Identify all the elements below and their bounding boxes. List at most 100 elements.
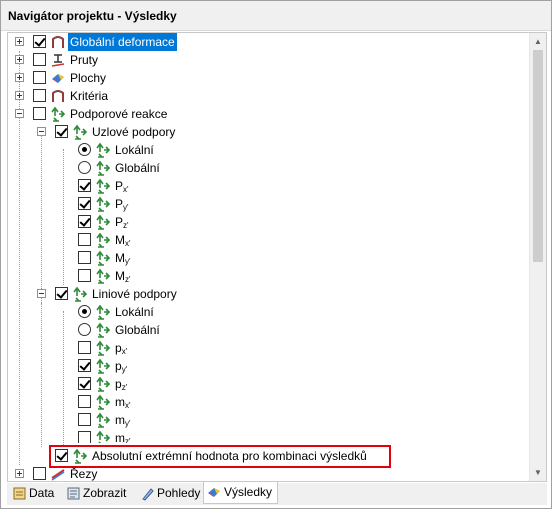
checkbox[interactable]: [55, 125, 68, 138]
tab-vysledky[interactable]: Výsledky: [203, 482, 279, 504]
checkbox[interactable]: [78, 359, 91, 372]
symbol-subscript: y': [123, 203, 129, 212]
checkbox[interactable]: [78, 431, 91, 443]
support-reaction-icon: [96, 196, 111, 212]
expand-icon[interactable]: [15, 91, 24, 100]
tree-node-lpx[interactable]: px': [8, 339, 208, 357]
deformation-icon: [52, 36, 64, 48]
checkbox[interactable]: [78, 341, 91, 354]
checkbox[interactable]: [78, 395, 91, 408]
tree-node-label: Lokální: [115, 305, 154, 319]
collapse-icon[interactable]: [37, 289, 46, 298]
tab-data[interactable]: Data: [9, 483, 59, 504]
support-reaction-icon: [96, 178, 111, 194]
expand-icon[interactable]: [15, 55, 24, 64]
tree-node-py[interactable]: Py': [8, 195, 208, 213]
support-reaction-icon: [96, 322, 111, 338]
expand-icon[interactable]: [15, 469, 24, 478]
checkbox[interactable]: [78, 233, 91, 246]
symbol-subscript: z': [125, 275, 131, 284]
symbol-subscript: x': [125, 401, 131, 410]
radio-button[interactable]: [78, 323, 91, 336]
scrollbar-thumb[interactable]: [533, 50, 543, 262]
tree-node-plochy[interactable]: Plochy: [8, 69, 208, 87]
views-tab-icon: [142, 488, 154, 501]
section-icon: [51, 469, 65, 481]
checkbox[interactable]: [78, 251, 91, 264]
symbol-subscript: x': [121, 347, 128, 356]
surface-icon: [52, 74, 64, 83]
symbol-subscript: z': [121, 383, 128, 392]
tree-node-pruty[interactable]: Pruty: [8, 51, 208, 69]
checkbox[interactable]: [78, 269, 91, 282]
tree-node-label: Globální: [115, 323, 160, 337]
expand-icon[interactable]: [15, 73, 24, 82]
checkbox[interactable]: [78, 197, 91, 210]
tree-node-uzlove-lokalni[interactable]: Lokální: [8, 141, 208, 159]
display-tab-icon: [67, 487, 80, 500]
tree-node-uzlove-globalni[interactable]: Globální: [8, 159, 208, 177]
checkbox[interactable]: [78, 413, 91, 426]
tree-node-lmx[interactable]: mx': [8, 393, 208, 411]
tree-node-lpy[interactable]: py': [8, 357, 208, 375]
checkbox[interactable]: [33, 53, 46, 66]
support-reaction-icon: [73, 286, 88, 302]
symbol-subscript: x': [123, 185, 129, 194]
tree-node-my[interactable]: My': [8, 249, 208, 267]
radio-button[interactable]: [78, 161, 91, 174]
tree-node-lmy[interactable]: my': [8, 411, 208, 429]
tree-node-podporove-reakce[interactable]: Podporové reakce: [8, 105, 258, 123]
checkbox[interactable]: [33, 107, 46, 120]
tree-node-liniove-globalni[interactable]: Globální: [8, 321, 208, 339]
vertical-scrollbar[interactable]: ▲ ▼: [529, 33, 546, 481]
tree-node-mz[interactable]: Mz': [8, 267, 208, 285]
criteria-icon: [52, 90, 64, 102]
tree-node-label: Podporové reakce: [70, 107, 168, 121]
collapse-icon[interactable]: [15, 109, 24, 118]
results-tab-icon: [208, 488, 220, 497]
symbol: P: [115, 179, 124, 193]
support-reaction-icon: [73, 124, 88, 140]
checkbox[interactable]: [33, 35, 46, 48]
radio-button[interactable]: [78, 305, 91, 318]
collapse-icon[interactable]: [37, 127, 46, 136]
tree-node-globalni-deformace[interactable]: Globální deformace: [8, 33, 308, 51]
checkbox[interactable]: [33, 467, 46, 480]
support-reaction-icon: [96, 232, 111, 248]
tab-label: Pohledy: [157, 486, 201, 500]
data-tab-icon: [13, 487, 26, 500]
checkbox[interactable]: [78, 179, 91, 192]
project-navigator-window: Navigátor projektu - Výsledky Globální d…: [0, 0, 552, 509]
support-reaction-icon: [96, 430, 111, 443]
tree-node-mx[interactable]: Mx': [8, 231, 208, 249]
tree-node-label: Uzlové podpory: [92, 125, 176, 139]
tab-zobrazit[interactable]: Zobrazit: [63, 483, 131, 504]
expand-icon[interactable]: [15, 37, 24, 46]
support-reaction-icon: [96, 340, 111, 356]
checkbox[interactable]: [33, 71, 46, 84]
tree-node-rezy[interactable]: Řezy: [8, 465, 208, 481]
tree-node-uzlove-podpory[interactable]: Uzlové podpory: [8, 123, 258, 141]
symbol-subscript: z': [123, 221, 129, 230]
scroll-up-arrow[interactable]: ▲: [530, 33, 546, 50]
tree-node-lmz[interactable]: mz': [8, 429, 208, 443]
tree-node-liniove-lokalni[interactable]: Lokální: [8, 303, 208, 321]
tree-node-liniove-podpory[interactable]: Liniové podpory: [8, 285, 258, 303]
tree-node-kriteria[interactable]: Kritéria: [8, 87, 208, 105]
results-tree: Globální deformace Pruty Plochy Kritéria…: [8, 33, 530, 481]
radio-button[interactable]: [78, 143, 91, 156]
checkbox[interactable]: [33, 89, 46, 102]
tab-pohledy[interactable]: Pohledy: [137, 483, 205, 504]
tree-node-px[interactable]: Px': [8, 177, 208, 195]
scroll-down-arrow[interactable]: ▼: [530, 464, 546, 481]
tab-label: Data: [29, 486, 55, 500]
checkbox[interactable]: [55, 287, 68, 300]
checkbox[interactable]: [78, 215, 91, 228]
tree-node-label: Kritéria: [70, 89, 109, 103]
tree-node-lpz[interactable]: pz': [8, 375, 208, 393]
symbol: P: [115, 215, 124, 229]
symbol: p: [115, 377, 122, 391]
checkbox[interactable]: [78, 377, 91, 390]
tree-node-pz[interactable]: Pz': [8, 213, 208, 231]
symbol: M: [115, 251, 125, 265]
